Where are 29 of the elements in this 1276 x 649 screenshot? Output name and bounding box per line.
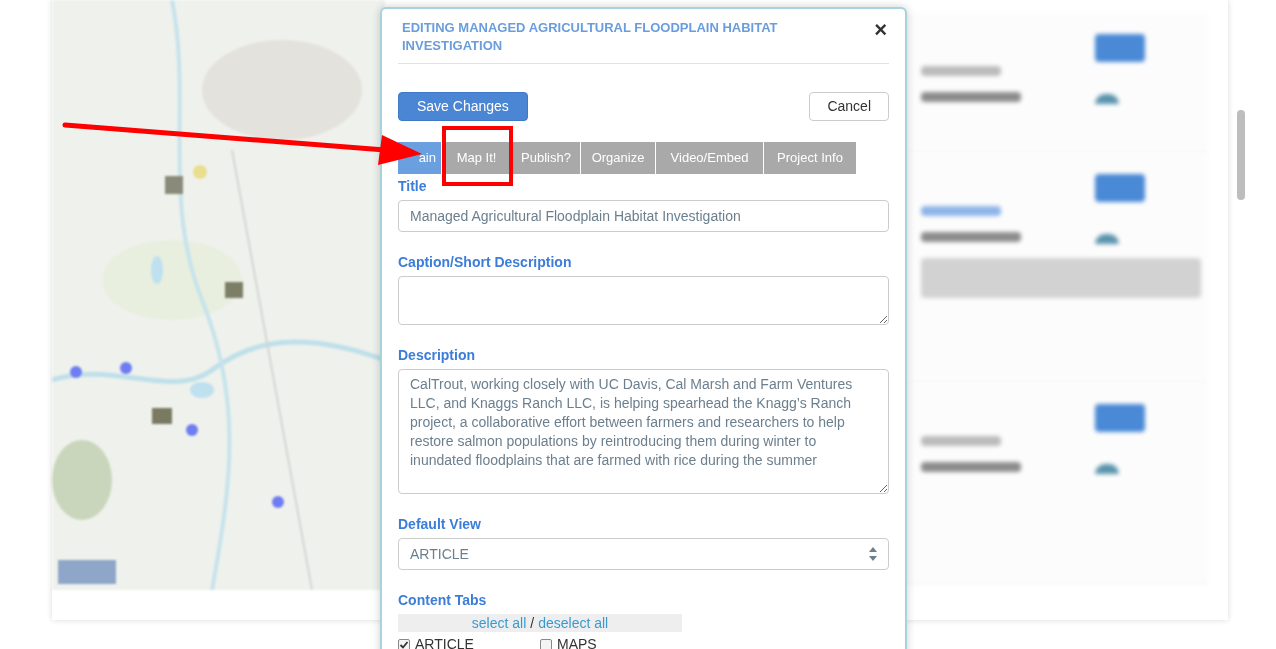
checkbox-label: ARTICLE xyxy=(415,635,474,649)
dialog-title: EDITING MANAGED AGRICULTURAL FLOODPLAIN HABITAT INVESTIGATION xyxy=(402,19,779,55)
save-button[interactable]: Save Changes xyxy=(398,92,528,121)
tab[interactable]: Video/Embed xyxy=(656,142,764,174)
cancel-button[interactable]: Cancel xyxy=(809,92,889,121)
close-button[interactable]: × xyxy=(874,19,887,41)
field-label: Content Tabs xyxy=(398,591,488,610)
checkbox[interactable] xyxy=(540,638,552,649)
sort-arrows-icon xyxy=(869,547,877,561)
field-label: Caption/Short Description xyxy=(398,253,573,272)
select-all-link[interactable]: select all xyxy=(471,612,527,634)
highlight-box xyxy=(442,126,513,186)
title-field[interactable]: Managed Agricultural Floodplain Habitat Investigation xyxy=(398,200,889,232)
tab[interactable]: Project Info xyxy=(764,142,857,174)
scrollbar[interactable] xyxy=(1237,110,1245,200)
separator: / xyxy=(530,613,535,633)
deselect-all-link[interactable]: deselect all xyxy=(538,612,609,634)
cloud-icon xyxy=(1095,464,1119,474)
field-label: Title xyxy=(398,177,428,196)
select-field[interactable]: ARTICLE xyxy=(398,538,889,570)
field-label: Description xyxy=(398,346,476,365)
cloud-icon xyxy=(1095,94,1119,104)
text-area[interactable]: CalTrout, working closely with UC Davis, Cal Marsh and Farm Ventures LLC, and Knaggs Ranch LLC, is helping spearhead the Knagg’s Ranch project, a collaborative effort between farmers and researchers to help restore salmon populations by reintroducing them during winter to inundated floodplains that are farmed with rice during the summer xyxy=(398,369,889,494)
tab[interactable]: Publish? xyxy=(512,142,581,174)
checkbox[interactable] xyxy=(398,638,410,649)
checkbox-label: MAPS xyxy=(557,635,597,649)
cloud-icon xyxy=(1095,234,1119,244)
tab[interactable]: Organize xyxy=(581,142,656,174)
field-label: Default View xyxy=(398,515,482,534)
